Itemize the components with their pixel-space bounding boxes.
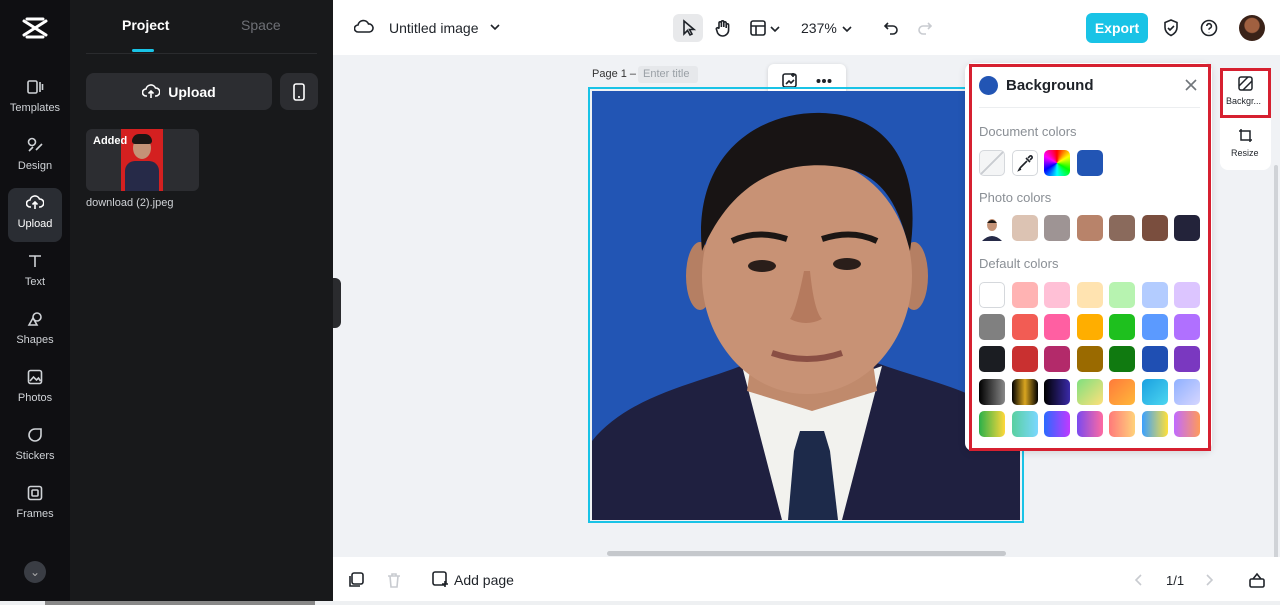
upload-button[interactable]: Upload [86, 73, 272, 110]
added-badge: Added [93, 135, 128, 147]
next-page-icon[interactable] [1202, 573, 1216, 592]
add-page-icon [432, 571, 448, 587]
panel-collapse-handle[interactable] [333, 278, 341, 328]
shapes-icon [8, 310, 62, 334]
undo-icon[interactable] [882, 19, 900, 42]
background-tab-highlight [1220, 68, 1271, 118]
hand-tool-icon[interactable] [713, 18, 733, 43]
active-tab-indicator [132, 49, 154, 52]
tab-project[interactable]: Project [122, 17, 169, 33]
shield-icon[interactable] [1161, 18, 1181, 43]
project-panel: Project Space Upload Added download (2).… [70, 0, 333, 605]
select-tool-button[interactable] [673, 14, 703, 42]
portrait-illustration [592, 91, 1020, 520]
rail-item-upload[interactable]: Upload [8, 188, 62, 242]
tab-space[interactable]: Space [241, 17, 281, 33]
page-count: 1/1 [1166, 573, 1185, 588]
pages-panel-icon[interactable] [1248, 571, 1266, 594]
document-title[interactable]: Untitled image [389, 20, 479, 36]
frames-icon [8, 484, 62, 508]
previous-page-icon[interactable] [1132, 573, 1146, 592]
top-toolbar: Untitled image 237% Export [333, 0, 1280, 55]
user-avatar[interactable] [1239, 15, 1265, 41]
mobile-upload-button[interactable] [280, 73, 318, 110]
photos-icon [8, 368, 62, 392]
taskbar-strip [0, 601, 1280, 605]
page-label: Page 1 – [592, 68, 637, 80]
rail-item-text[interactable]: Text [8, 246, 62, 300]
bottom-toolbar: Add page 1/1 [333, 557, 1280, 605]
title-chevron-down-icon[interactable] [489, 20, 501, 38]
export-button[interactable]: Export [1086, 13, 1148, 43]
capcut-logo[interactable] [21, 16, 49, 40]
asset-photo [121, 129, 163, 191]
duplicate-page-icon[interactable] [347, 571, 365, 594]
asset-thumbnail[interactable]: Added [86, 129, 199, 191]
zoom-chevron-down-icon[interactable] [841, 22, 853, 40]
design-icon [8, 136, 62, 160]
canvas-portrait-image[interactable] [592, 91, 1020, 520]
text-icon [8, 252, 62, 276]
rail-item-design[interactable]: Design [8, 130, 62, 184]
left-rail: Templates Design Upload Text Shapes Phot… [0, 0, 70, 605]
phone-icon [293, 82, 305, 101]
help-icon[interactable] [1199, 18, 1219, 43]
stickers-icon [8, 426, 62, 450]
pointer-icon [683, 19, 697, 37]
layout-chevron-down-icon[interactable] [769, 22, 781, 40]
cloud-upload-icon [142, 83, 161, 98]
layout-icon[interactable] [749, 19, 767, 42]
add-page-label[interactable]: Add page [454, 572, 514, 588]
background-panel-highlight [969, 64, 1211, 451]
add-page-button[interactable] [431, 570, 449, 588]
rail-item-frames[interactable]: Frames [8, 478, 62, 532]
resize-tab-label[interactable]: Resize [1231, 148, 1259, 158]
resize-icon[interactable] [1237, 127, 1254, 149]
redo-icon[interactable] [916, 19, 934, 42]
upload-button-label: Upload [168, 83, 216, 100]
upload-icon [8, 194, 62, 218]
asset-filename: download (2).jpeg [86, 197, 174, 209]
vertical-scrollbar[interactable] [1274, 165, 1278, 560]
rail-item-photos[interactable]: Photos [8, 362, 62, 416]
tab-divider [86, 53, 317, 54]
delete-page-icon[interactable] [385, 571, 403, 594]
page-title-input[interactable]: Enter title [638, 66, 698, 83]
rail-item-stickers[interactable]: Stickers [8, 420, 62, 474]
zoom-level[interactable]: 237% [801, 20, 837, 36]
templates-icon [8, 78, 62, 102]
cloud-save-icon[interactable] [353, 18, 374, 41]
rail-item-templates[interactable]: Templates [8, 72, 62, 126]
rail-more-chevron-icon[interactable]: ⌄ [24, 561, 46, 583]
rail-item-shapes[interactable]: Shapes [8, 304, 62, 358]
horizontal-scrollbar[interactable] [607, 551, 1006, 556]
